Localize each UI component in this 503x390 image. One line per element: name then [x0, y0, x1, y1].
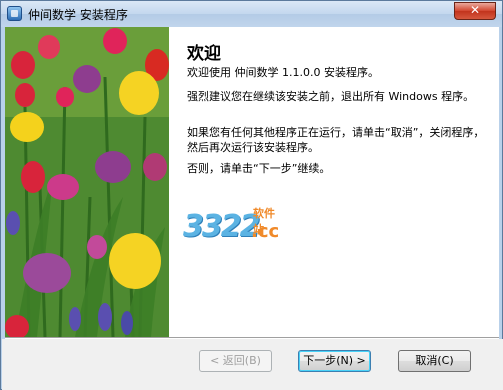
welcome-heading: 欢迎 — [187, 44, 221, 64]
cancel-button[interactable]: 取消(C) — [398, 350, 471, 372]
installer-window: 仲间数学 安装程序 ✕ 欢迎 欢迎使用 仲间数学 1.1.0.0 安装程序。 强… — [0, 0, 503, 390]
tulip-banner-image — [5, 27, 169, 337]
welcome-paragraph: 欢迎使用 仲间数学 1.1.0.0 安装程序。 — [187, 66, 379, 79]
site-watermark: 3322 软件站 .cc — [183, 203, 283, 263]
button-bar: < 返回(B) 下一步(N) > 取消(C) — [2, 339, 503, 390]
cancel-instructions-paragraph: 如果您有任何其他程序正在运行，请单击“取消”，关闭程序，然后再次运行该安装程序。 — [187, 126, 485, 154]
wizard-content: 欢迎 欢迎使用 仲间数学 1.1.0.0 安装程序。 强烈建议您在继续该安装之前… — [5, 27, 499, 337]
tulip-illustration — [5, 27, 169, 337]
continue-instructions-paragraph: 否则，请单击“下一步”继续。 — [187, 162, 331, 175]
back-button[interactable]: < 返回(B) — [199, 350, 272, 372]
close-programs-paragraph: 强烈建议您在继续该安装之前，退出所有 Windows 程序。 — [187, 90, 475, 103]
close-icon[interactable]: ✕ — [454, 2, 496, 20]
installer-icon — [7, 6, 22, 21]
window-title: 仲间数学 安装程序 — [28, 8, 128, 22]
title-bar[interactable]: 仲间数学 安装程序 ✕ — [1, 1, 502, 27]
next-button[interactable]: 下一步(N) > — [298, 350, 371, 372]
watermark-number: 3322 — [183, 209, 260, 244]
watermark-suffix: .cc — [251, 221, 280, 242]
